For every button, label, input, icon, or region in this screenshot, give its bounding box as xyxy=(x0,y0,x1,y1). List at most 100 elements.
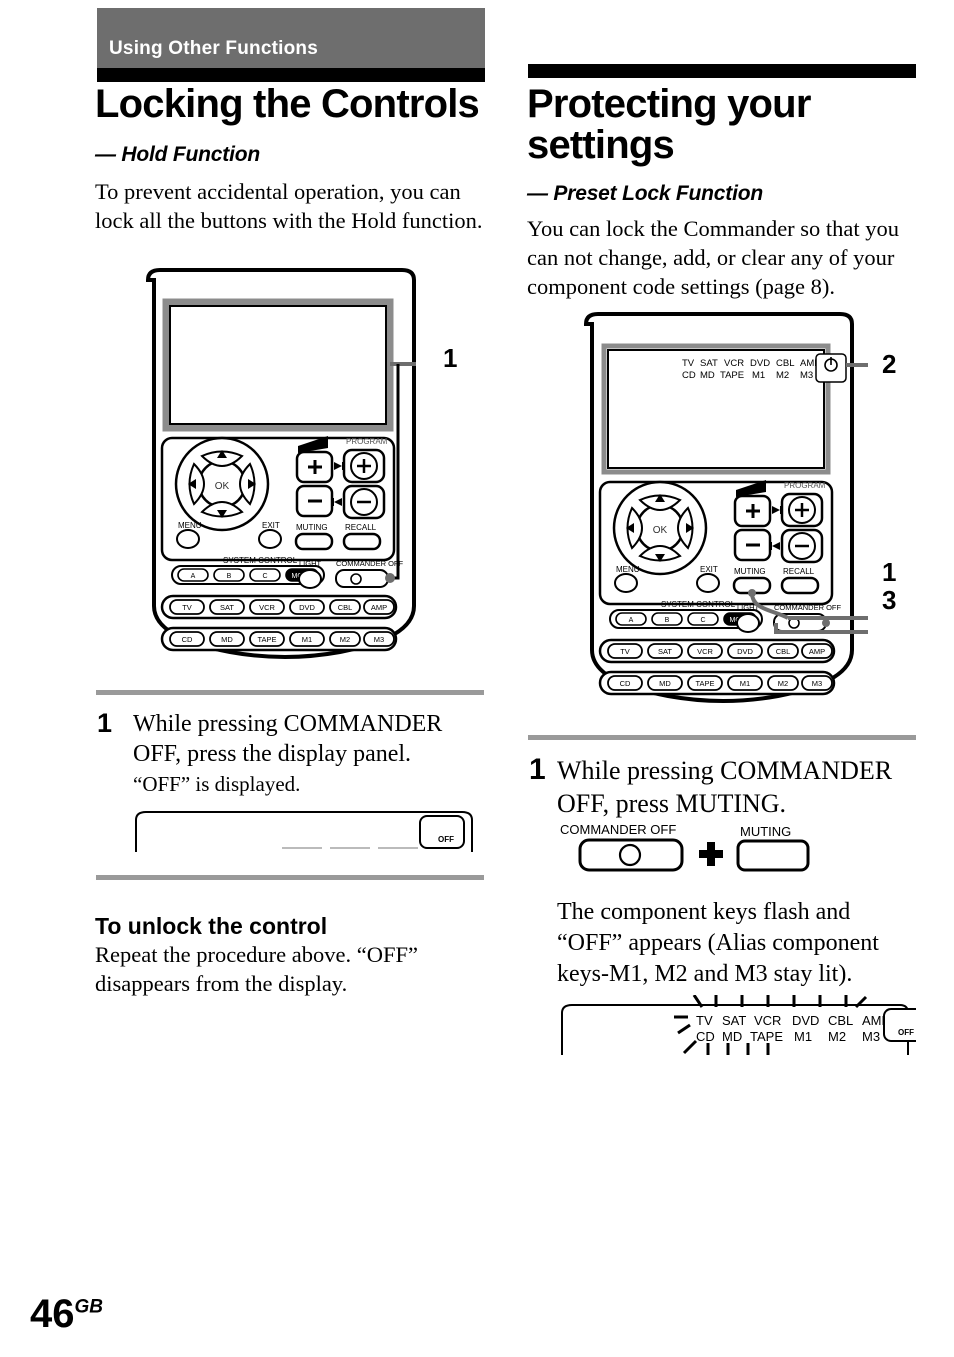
remote-illustration-left: OK MENU EXIT PROGRAM MUTING RECALL SYSTE… xyxy=(140,266,430,666)
svg-text:MUTING: MUTING xyxy=(296,523,328,532)
svg-text:VCR: VCR xyxy=(259,603,275,612)
page-number-suffix: GB xyxy=(74,1296,104,1318)
commander-off-label: COMMANDER OFF xyxy=(560,822,676,837)
svg-text:PROGRAM: PROGRAM xyxy=(346,437,388,446)
left-display-off-label: OFF xyxy=(438,835,454,844)
svg-text:PROGRAM: PROGRAM xyxy=(784,481,826,490)
plus-icon xyxy=(699,842,723,866)
svg-text:TV: TV xyxy=(620,647,630,656)
svg-text:CBL: CBL xyxy=(776,358,794,369)
left-step-number: 1 xyxy=(97,708,113,738)
svg-text:C: C xyxy=(700,617,705,624)
right-step-result: The component keys flash and “OFF” appea… xyxy=(557,899,879,987)
svg-text:MD: MD xyxy=(659,679,671,688)
svg-text:SAT: SAT xyxy=(700,358,718,369)
key-combination-diagram: COMMANDER OFF MUTING xyxy=(556,822,856,882)
left-step-subtext: “OFF” is displayed. xyxy=(133,772,301,796)
chapter-banner-label: Using Other Functions xyxy=(109,38,318,59)
svg-text:SYSTEM CONTROL: SYSTEM CONTROL xyxy=(223,556,298,565)
manual-page: Using Other Functions Locking the Contro… xyxy=(0,0,954,1357)
page-number-value: 46 xyxy=(30,1292,75,1336)
svg-text:RECALL: RECALL xyxy=(783,567,815,576)
left-step-rule-top xyxy=(96,690,484,695)
svg-text:COMMANDER OFF: COMMANDER OFF xyxy=(774,603,841,612)
svg-text:TAPE: TAPE xyxy=(695,679,714,688)
svg-text:COMMANDER OFF: COMMANDER OFF xyxy=(336,559,403,568)
svg-text:SYSTEM CONTROL: SYSTEM CONTROL xyxy=(661,600,736,609)
svg-text:AMP: AMP xyxy=(809,647,825,656)
left-section-subtitle: — Hold Function xyxy=(95,143,260,166)
svg-text:TV: TV xyxy=(182,603,192,612)
svg-text:SAT: SAT xyxy=(658,647,672,656)
left-step-rule-bottom xyxy=(96,875,484,880)
svg-text:M2: M2 xyxy=(340,635,350,644)
svg-text:MUTING: MUTING xyxy=(734,567,766,576)
svg-text:VCR: VCR xyxy=(754,1013,781,1028)
svg-text:VCR: VCR xyxy=(697,647,713,656)
svg-text:DVD: DVD xyxy=(792,1013,819,1028)
svg-text:SAT: SAT xyxy=(220,603,234,612)
right-step-number: 1 xyxy=(529,753,546,786)
svg-text:M1: M1 xyxy=(794,1029,812,1044)
callout-right-3: 3 xyxy=(882,585,897,615)
right-section-title: Protecting your settings xyxy=(527,82,811,167)
left-step-text: While pressing COMMANDER OFF, press the … xyxy=(133,711,443,767)
svg-text:MENU: MENU xyxy=(178,521,202,530)
svg-text:MD: MD xyxy=(722,1029,742,1044)
unlock-heading: To unlock the control xyxy=(95,913,328,939)
left-section-title: Locking the Controls xyxy=(95,82,480,126)
svg-text:MD: MD xyxy=(221,635,233,644)
svg-text:M3: M3 xyxy=(374,635,384,644)
svg-text:CD: CD xyxy=(682,370,696,381)
left-intro-paragraph: To prevent accidental operation, you can… xyxy=(95,179,483,233)
svg-text:B: B xyxy=(665,617,670,624)
svg-text:LIGHT: LIGHT xyxy=(299,559,322,568)
svg-text:OK: OK xyxy=(653,525,668,536)
svg-text:MENU: MENU xyxy=(616,565,640,574)
chapter-banner: Using Other Functions xyxy=(97,8,485,68)
svg-text:TAPE: TAPE xyxy=(720,370,744,381)
right-intro-paragraph: You can lock the Commander so that you c… xyxy=(527,216,900,299)
svg-text:VCR: VCR xyxy=(724,358,744,369)
svg-text:M2: M2 xyxy=(778,679,788,688)
svg-text:SAT: SAT xyxy=(722,1013,746,1028)
callout-right-1: 1 xyxy=(882,557,897,587)
svg-text:M3: M3 xyxy=(812,679,822,688)
chapter-rule xyxy=(97,68,485,82)
svg-text:M3: M3 xyxy=(800,370,813,381)
muting-label: MUTING xyxy=(740,824,791,839)
remote-illustration-right: TV SAT VCR DVD CBL AMP CD MD TAPE M1 M2 M3 OK ME… xyxy=(578,310,868,710)
svg-text:TAPE: TAPE xyxy=(257,635,276,644)
svg-text:CBL: CBL xyxy=(338,603,353,612)
svg-text:C: C xyxy=(262,573,267,580)
remote-body-svg-right: TV SAT VCR DVD CBL AMP CD MD TAPE M1 M2 M3 OK ME… xyxy=(583,312,868,703)
svg-text:TV: TV xyxy=(696,1013,713,1028)
svg-text:TAPE: TAPE xyxy=(750,1029,783,1044)
right-step-text: While pressing COMMANDER OFF, press MUTI… xyxy=(557,756,893,818)
svg-text:OK: OK xyxy=(215,481,230,492)
right-display-figure: TV SAT VCR DVD CBL AMP CD MD TAPE M1 M2 M3 OFF xyxy=(556,994,929,1065)
svg-text:A: A xyxy=(191,573,196,580)
svg-text:DVD: DVD xyxy=(737,647,753,656)
page-number: 46GB xyxy=(30,1292,103,1337)
svg-text:B: B xyxy=(227,573,232,580)
left-display-figure: OFF xyxy=(132,808,477,858)
callout-left-1: 1 xyxy=(443,343,458,373)
svg-text:M1: M1 xyxy=(752,370,765,381)
svg-text:RECALL: RECALL xyxy=(345,523,377,532)
svg-text:EXIT: EXIT xyxy=(700,565,718,574)
svg-text:CD: CD xyxy=(182,635,193,644)
callout-right-2: 2 xyxy=(882,349,897,379)
svg-text:M1: M1 xyxy=(740,679,750,688)
right-step-rule-top xyxy=(528,735,916,740)
right-section-subtitle: — Preset Lock Function xyxy=(527,182,763,205)
svg-text:M2: M2 xyxy=(776,370,789,381)
svg-text:CBL: CBL xyxy=(776,647,791,656)
svg-text:CBL: CBL xyxy=(828,1013,853,1028)
svg-text:M1: M1 xyxy=(302,635,312,644)
svg-text:DVD: DVD xyxy=(750,358,770,369)
svg-text:MD: MD xyxy=(700,370,715,381)
remote-body-svg: OK MENU EXIT PROGRAM MUTING RECALL SYSTE… xyxy=(145,268,416,659)
svg-text:M3: M3 xyxy=(862,1029,880,1044)
right-section-rule xyxy=(528,64,916,78)
